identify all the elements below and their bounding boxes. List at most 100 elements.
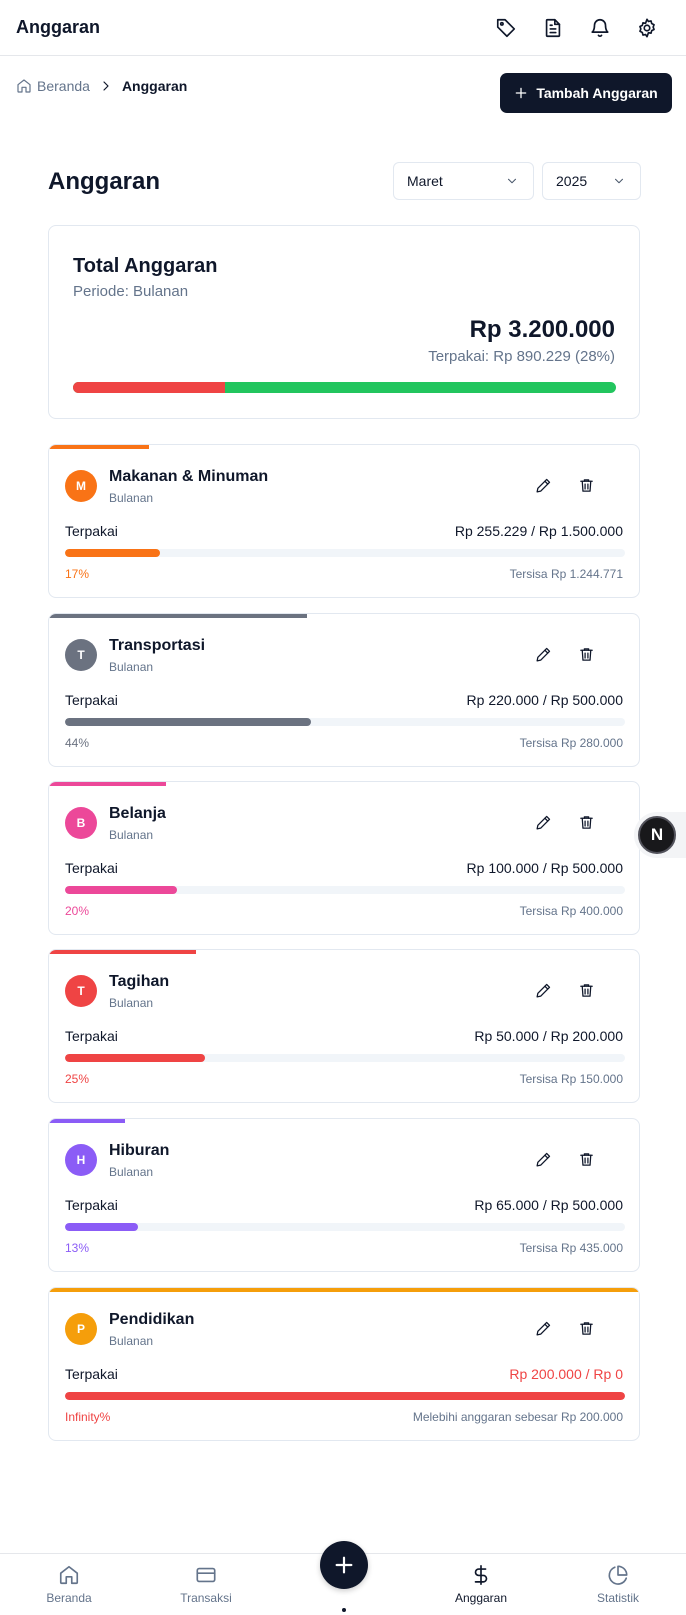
credit-card-icon — [196, 1567, 216, 1583]
delete-button[interactable] — [572, 1314, 600, 1342]
plus-icon — [335, 1556, 353, 1574]
budget-progress-fill — [65, 1223, 138, 1231]
used-label: Terpakai — [65, 1028, 118, 1044]
add-budget-label: Tambah Anggaran — [536, 85, 658, 101]
chevron-down-icon — [507, 178, 517, 184]
remaining-amount: Tersisa Rp 280.000 — [519, 736, 623, 750]
file-text-icon[interactable] — [541, 16, 565, 40]
category-avatar: P — [65, 1313, 97, 1345]
used-amount: Rp 100.000 / Rp 500.000 — [466, 860, 623, 876]
delete-button[interactable] — [572, 640, 600, 668]
category-period: Bulanan — [109, 828, 154, 842]
add-budget-button[interactable]: Tambah Anggaran — [500, 73, 672, 113]
budget-card-accent — [49, 1288, 639, 1292]
edit-button[interactable] — [529, 640, 557, 668]
edit-button[interactable] — [529, 1145, 557, 1173]
budget-progress — [65, 886, 625, 894]
add-transaction-fab[interactable] — [320, 1541, 368, 1589]
home-icon — [17, 79, 31, 93]
budget-card-accent — [49, 445, 149, 449]
top-bar: Anggaran — [0, 0, 686, 56]
pencil-icon — [535, 1321, 550, 1336]
budget-card: M Makanan & Minuman Bulanan Terpakai Rp … — [48, 444, 640, 598]
remaining-amount: Tersisa Rp 150.000 — [519, 1072, 623, 1086]
budget-progress — [65, 549, 625, 557]
edit-button[interactable] — [529, 471, 557, 499]
used-percent: Infinity% — [65, 1410, 111, 1424]
category-name: Makanan & Minuman — [109, 468, 269, 485]
remaining-amount: Melebihi anggaran sebesar Rp 200.000 — [412, 1410, 623, 1424]
used-percent: 25% — [65, 1072, 90, 1086]
pencil-icon — [535, 815, 550, 830]
dev-tools-badge: N — [634, 812, 686, 858]
settings-icon[interactable] — [635, 16, 659, 40]
page-title: Anggaran — [48, 168, 161, 195]
budget-progress-fill — [65, 718, 312, 726]
budget-card: H Hiburan Bulanan Terpakai Rp 65.000 / R… — [48, 1118, 640, 1272]
delete-button[interactable] — [572, 471, 600, 499]
tag-icon[interactable] — [494, 16, 518, 40]
trash-icon — [579, 1321, 593, 1335]
trash-icon — [579, 983, 593, 997]
remaining-amount: Tersisa Rp 1.244.771 — [509, 567, 623, 581]
edit-button[interactable] — [529, 808, 557, 836]
pencil-icon — [535, 647, 550, 662]
used-label: Terpakai — [65, 1197, 118, 1213]
budget-progress-fill — [65, 1054, 205, 1062]
trash-icon — [579, 815, 593, 829]
budget-card: B Belanja Bulanan Terpakai Rp 100.000 / … — [48, 781, 640, 935]
breadcrumb-current: Anggaran — [121, 78, 188, 94]
chevron-down-icon — [614, 178, 624, 184]
dev-tools-button[interactable]: N — [638, 816, 676, 854]
app-title: Anggaran — [16, 17, 101, 37]
month-select[interactable]: Maret — [393, 162, 534, 200]
total-budget-used: Terpakai: Rp 890.229 (28%) — [428, 348, 615, 365]
delete-button[interactable] — [572, 808, 600, 836]
remaining-amount: Tersisa Rp 435.000 — [519, 1241, 623, 1255]
budget-card: T Tagihan Bulanan Terpakai Rp 50.000 / R… — [48, 949, 640, 1103]
used-amount: Rp 220.000 / Rp 500.000 — [466, 692, 623, 708]
budget-progress — [65, 718, 625, 726]
pencil-icon — [535, 983, 550, 998]
total-budget-progress — [73, 382, 616, 393]
used-label: Terpakai — [65, 1366, 118, 1382]
home-icon — [59, 1565, 79, 1585]
category-period: Bulanan — [109, 491, 154, 505]
budget-card-accent — [49, 614, 307, 618]
budget-progress-fill — [65, 549, 161, 557]
category-period: Bulanan — [109, 1165, 154, 1179]
category-period: Bulanan — [109, 996, 154, 1010]
category-period: Bulanan — [109, 1334, 154, 1348]
nav-item-beranda[interactable]: Beranda — [19, 1564, 119, 1605]
dollar-icon — [474, 1565, 488, 1585]
total-budget-progress-fill — [73, 382, 226, 393]
category-avatar: H — [65, 1144, 97, 1176]
category-name: Transportasi — [109, 637, 206, 654]
delete-button[interactable] — [572, 976, 600, 1004]
edit-button[interactable] — [529, 1314, 557, 1342]
used-amount: Rp 50.000 / Rp 200.000 — [474, 1028, 623, 1044]
nav-item-transaksi[interactable]: Transaksi — [156, 1564, 256, 1605]
budget-card: P Pendidikan Bulanan Terpakai Rp 200.000… — [48, 1287, 640, 1441]
nav-item-statistik[interactable]: Statistik — [568, 1564, 668, 1605]
pencil-icon — [535, 478, 550, 493]
category-avatar: B — [65, 807, 97, 839]
total-budget-amount: Rp 3.200.000 — [469, 316, 615, 343]
month-select-value: Maret — [407, 173, 443, 189]
budget-progress — [65, 1392, 625, 1400]
home-indicator — [342, 1608, 346, 1612]
nav-label: Anggaran — [454, 1591, 508, 1605]
nav-item-anggaran[interactable]: Anggaran — [431, 1564, 531, 1605]
breadcrumb: Beranda Anggaran — [16, 76, 187, 96]
year-select[interactable]: 2025 — [542, 162, 641, 200]
budget-progress — [65, 1054, 625, 1062]
used-amount: Rp 255.229 / Rp 1.500.000 — [454, 523, 623, 539]
used-percent: 44% — [65, 736, 90, 750]
edit-button[interactable] — [529, 976, 557, 1004]
budget-card-accent — [49, 950, 196, 954]
delete-button[interactable] — [572, 1145, 600, 1173]
nav-label: Transaksi — [180, 1591, 232, 1605]
breadcrumb-home[interactable]: Beranda — [16, 78, 90, 94]
bell-icon[interactable] — [588, 16, 612, 40]
category-name: Hiburan — [109, 1142, 170, 1159]
